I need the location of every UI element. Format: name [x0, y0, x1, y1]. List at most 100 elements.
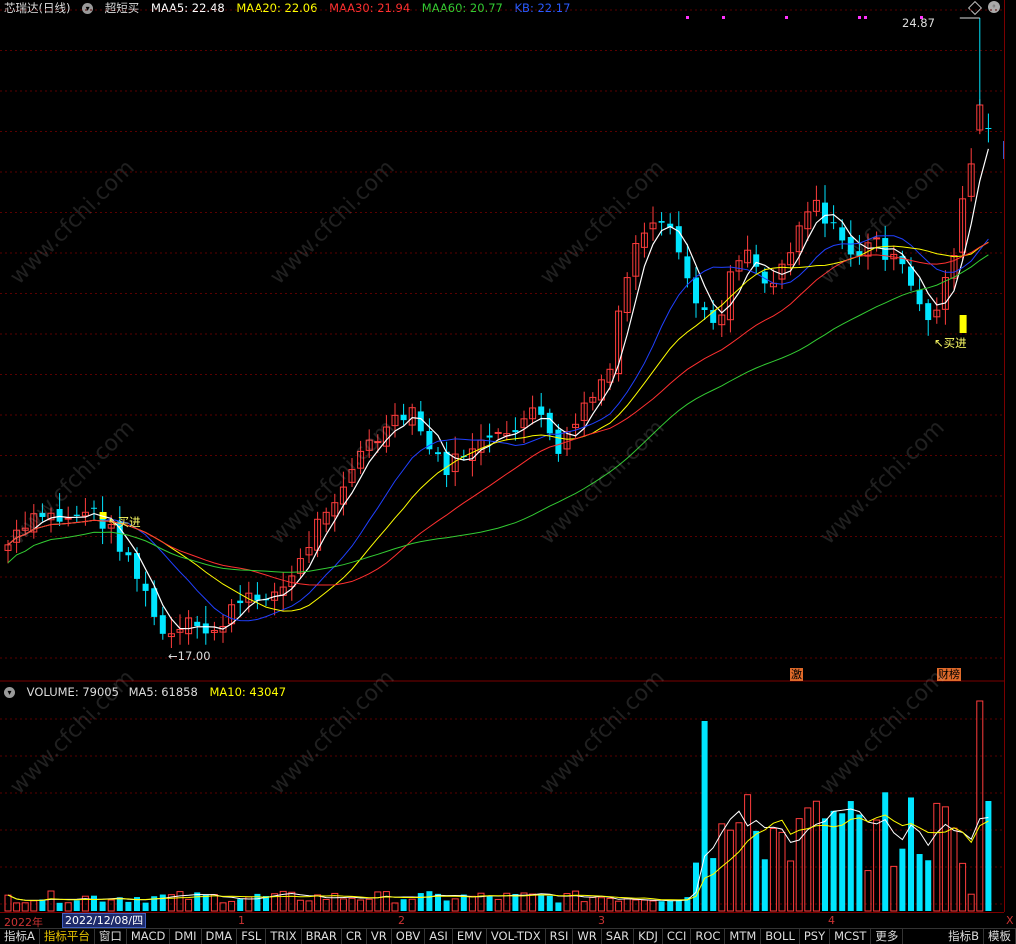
tab-12[interactable]: ASI: [425, 929, 453, 944]
tab-template[interactable]: 模板: [984, 929, 1016, 944]
volume-bar: [710, 858, 717, 911]
tab-14[interactable]: VOL-TDX: [487, 929, 546, 944]
volume-bar: [572, 890, 580, 912]
buy-signal-label-2: ↖买进: [934, 336, 967, 350]
volume-bar: [925, 860, 932, 911]
event-tag[interactable]: 激: [790, 668, 803, 681]
candle-body: [125, 552, 132, 556]
maa5-line: [7, 148, 989, 630]
candle-body: [693, 277, 699, 304]
candle-body: [684, 256, 691, 279]
tab-5[interactable]: DMA: [202, 929, 238, 944]
tab-13[interactable]: EMV: [453, 929, 487, 944]
volume-bar: [4, 894, 12, 912]
volume-bar: [382, 891, 390, 912]
volume-bar: [365, 898, 373, 912]
candle-body: [512, 430, 519, 433]
volume-bar: [91, 895, 97, 911]
tab-10[interactable]: VR: [367, 929, 392, 944]
tab-20[interactable]: ROC: [691, 929, 726, 944]
tab-22[interactable]: BOLL: [761, 929, 800, 944]
volume-bar: [400, 899, 407, 911]
volume-bar: [778, 831, 786, 912]
date-cursor-label: 2022/12/08/四: [62, 913, 147, 928]
volume-bar: [47, 890, 55, 912]
volume-bar: [417, 893, 424, 911]
tab-15[interactable]: RSI: [546, 929, 574, 944]
signal-dot: [722, 16, 725, 19]
right-axis[interactable]: [1004, 0, 1016, 912]
time-axis-month-1: 1: [238, 914, 245, 927]
volume-bar: [615, 900, 623, 912]
tab-17[interactable]: SAR: [602, 929, 635, 944]
volume-bar: [649, 900, 657, 912]
candle-body: [701, 307, 708, 311]
price-chart-panel[interactable]: 芯瑞达(日线) ▾ 超短买 MAA5: 22.48 MAA20: 22.06 M…: [0, 0, 1004, 682]
volume-bar: [623, 898, 631, 912]
volume-bar: [555, 902, 562, 911]
tab-23[interactable]: PSY: [800, 929, 831, 944]
volume-bar: [99, 901, 106, 911]
volume-bar: [976, 700, 984, 912]
volume-bar: [632, 899, 640, 912]
volume-bar: [56, 902, 63, 911]
volume-bar: [726, 829, 734, 912]
tab-19[interactable]: CCI: [663, 929, 692, 944]
volume-bar: [512, 893, 519, 911]
candle-body: [39, 512, 46, 517]
volume-bar: [296, 899, 304, 912]
candle-body: [400, 414, 407, 421]
signal-dot: [864, 16, 867, 19]
volume-bar: [529, 893, 537, 912]
tab-21[interactable]: MTM: [725, 929, 762, 944]
buy-signal-text: 买进: [117, 515, 141, 529]
volume-bar: [210, 894, 218, 912]
volume-bar: [933, 802, 941, 912]
tab-7[interactable]: TRIX: [266, 929, 302, 944]
tab-16[interactable]: WR: [573, 929, 602, 944]
tab-24[interactable]: MCST: [830, 929, 872, 944]
candle-body: [374, 441, 382, 444]
volume-bar: [864, 870, 872, 912]
volume-bar: [142, 902, 149, 911]
tab-8[interactable]: BRAR: [302, 929, 342, 944]
volume-bar: [658, 901, 665, 911]
volume-bar: [847, 801, 854, 911]
volume-bar: [693, 862, 699, 911]
volume-bar: [202, 895, 209, 911]
tab-0[interactable]: 指标A: [0, 929, 40, 944]
volume-bar: [374, 891, 382, 912]
volume-bar: [640, 899, 648, 912]
candle-body: [546, 412, 553, 434]
indicator-tabs: 指标A 指标平台 窗口 MACD DMI DMA FSL TRIX BRAR CR VR OBV ASI…: [0, 929, 904, 944]
volume-bar: [899, 848, 906, 911]
volume-bar: [176, 891, 184, 912]
tab-1[interactable]: 指标平台: [40, 929, 95, 944]
volume-bar: [856, 814, 863, 911]
volume-bar: [314, 894, 322, 912]
tab-9[interactable]: CR: [342, 929, 367, 944]
volume-bar: [667, 900, 674, 911]
tab-11[interactable]: OBV: [392, 929, 426, 944]
candle-body: [56, 508, 63, 522]
tab-6[interactable]: FSL: [237, 929, 267, 944]
event-tag-2[interactable]: 财榜: [937, 668, 961, 681]
tab-indicator-b[interactable]: 指标B: [944, 929, 984, 944]
volume-bar: [30, 900, 38, 912]
tab-2[interactable]: 窗口: [95, 929, 127, 944]
candle-body: [985, 128, 992, 129]
tab-4[interactable]: DMI: [170, 929, 202, 944]
tab-18[interactable]: KDJ: [634, 929, 663, 944]
tab-25[interactable]: 更多: [871, 929, 904, 944]
tab-3[interactable]: MACD: [127, 929, 171, 944]
candle-body: [435, 452, 441, 455]
time-axis[interactable]: 2022年 1 2 3 4 X: [0, 912, 1014, 929]
candle-body: [73, 514, 80, 516]
candle-body: [237, 600, 244, 604]
indicator-tabs-right: 指标B 模板: [944, 929, 1016, 944]
candle-body: [847, 236, 854, 255]
candle-body: [151, 588, 158, 617]
volume-bar: [950, 827, 958, 912]
candle-body: [830, 222, 837, 224]
volume-chart-panel[interactable]: ▾ VOLUME: 79005 MA5: 61858 MA10: 43047: [0, 684, 1004, 912]
